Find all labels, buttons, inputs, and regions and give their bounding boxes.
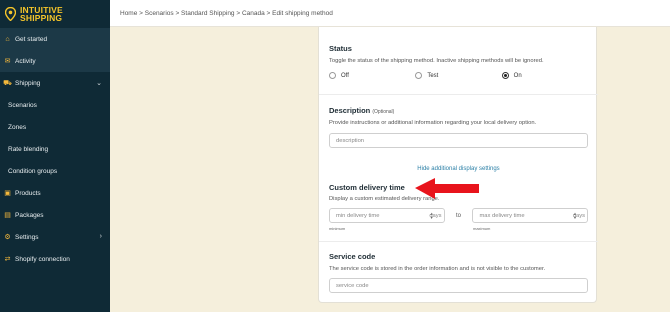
status-radio-group: Off Test On bbox=[329, 72, 588, 79]
radio-label-test: Test bbox=[427, 72, 439, 79]
top-bar: Home > Scenarios > Standard Shipping > C… bbox=[110, 0, 670, 27]
description-help: Provide instructions or additional infor… bbox=[329, 120, 537, 126]
sidebar-item-label: Rate blending bbox=[8, 145, 49, 153]
breadcrumb[interactable]: Home > Scenarios > Standard Shipping > C… bbox=[120, 10, 333, 17]
max-delivery-input[interactable]: max delivery time ▲ ▼ days bbox=[472, 208, 589, 223]
sidebar-item-shipping[interactable]: ⛟ Shipping ⌄ bbox=[0, 72, 110, 94]
hide-display-settings-link[interactable]: Hide additional display settings bbox=[329, 166, 588, 172]
divider bbox=[319, 241, 598, 242]
status-radio-on[interactable]: On bbox=[501, 72, 588, 79]
max-unit-label: days bbox=[572, 213, 586, 219]
sidebar-item-zones[interactable]: Zones bbox=[0, 116, 110, 138]
sidebar-item-rate-blending[interactable]: Rate blending bbox=[0, 138, 110, 160]
radio-label-on: On bbox=[513, 72, 522, 79]
sidebar-item-label: Shipping bbox=[15, 79, 41, 87]
min-unit-label: days bbox=[429, 213, 442, 219]
service-code-placeholder: service code bbox=[336, 282, 369, 289]
minimum-label: minimum bbox=[329, 226, 346, 231]
connection-icon: ⇄ bbox=[4, 256, 11, 263]
truck-icon: ⛟ bbox=[3, 79, 12, 87]
sidebar-item-label: Shopify connection bbox=[15, 255, 70, 263]
sidebar-item-scenarios[interactable]: Scenarios bbox=[0, 94, 110, 116]
service-code-help: The service code is stored in the order … bbox=[329, 266, 546, 272]
sidebar-nav: ⌂ Get started ✉ Activity ⛟ Shipping ⌄ Sc… bbox=[0, 28, 110, 270]
description-input[interactable]: description bbox=[329, 133, 588, 148]
brand-logo[interactable]: INTUITIVE SHIPPING bbox=[0, 0, 110, 28]
sidebar-item-label: Packages bbox=[15, 211, 44, 219]
maximum-label: maximum bbox=[473, 226, 491, 231]
sidebar: INTUITIVE SHIPPING ⌂ Get started ✉ Activ… bbox=[0, 0, 110, 312]
status-description: Toggle the status of the shipping method… bbox=[329, 58, 544, 64]
sidebar-item-activity[interactable]: ✉ Activity bbox=[0, 50, 110, 72]
description-placeholder: description bbox=[336, 137, 365, 144]
description-section: Description (Optional) Provide instructi… bbox=[319, 106, 598, 148]
range-to-label: to bbox=[456, 212, 462, 219]
radio-circle-off[interactable] bbox=[329, 72, 336, 79]
status-radio-off[interactable]: Off bbox=[329, 72, 415, 79]
sidebar-item-packages[interactable]: ▤ Packages bbox=[0, 204, 110, 226]
sidebar-item-label: Condition groups bbox=[8, 167, 58, 175]
sidebar-item-products[interactable]: ▣ Products bbox=[0, 182, 110, 204]
package-icon: ▤ bbox=[4, 212, 11, 219]
sidebar-item-label: Get started bbox=[15, 35, 48, 43]
radio-label-off: Off bbox=[341, 72, 349, 79]
location-pin-icon bbox=[5, 7, 16, 21]
home-icon: ⌂ bbox=[5, 35, 10, 43]
box-icon: ▣ bbox=[4, 190, 11, 197]
edit-shipping-method-card: Status Toggle the status of the shipping… bbox=[318, 27, 598, 303]
sidebar-item-label: Zones bbox=[8, 123, 27, 131]
service-code-section: Service code The service code is stored … bbox=[319, 252, 598, 293]
min-delivery-placeholder: min delivery time bbox=[336, 212, 380, 219]
optional-label: (Optional) bbox=[372, 109, 395, 115]
sidebar-item-label: Products bbox=[15, 189, 41, 197]
min-delivery-input[interactable]: min delivery time ▲ ▼ days bbox=[329, 208, 445, 223]
status-title: Status bbox=[329, 44, 352, 53]
divider bbox=[319, 94, 598, 95]
chevron-down-icon: ⌄ bbox=[96, 80, 102, 87]
sidebar-item-settings[interactable]: ⚙ Settings › bbox=[0, 226, 110, 248]
annotation-arrow-icon bbox=[415, 178, 479, 199]
service-code-title: Service code bbox=[329, 252, 376, 261]
status-radio-test[interactable]: Test bbox=[415, 72, 501, 79]
sidebar-item-label: Settings bbox=[15, 233, 39, 241]
sidebar-item-shopify-connection[interactable]: ⇄ Shopify connection bbox=[0, 248, 110, 270]
max-delivery-placeholder: max delivery time bbox=[479, 212, 525, 219]
sidebar-item-condition-groups[interactable]: Condition groups bbox=[0, 160, 110, 182]
radio-circle-on[interactable] bbox=[501, 72, 509, 79]
chevron-right-icon: › bbox=[99, 233, 102, 240]
service-code-input[interactable]: service code bbox=[329, 278, 588, 293]
delivery-range: min delivery time ▲ ▼ days to max deliver… bbox=[329, 208, 589, 223]
brand-line2: SHIPPING bbox=[20, 13, 63, 23]
sidebar-item-label: Scenarios bbox=[8, 101, 37, 109]
activity-icon: ✉ bbox=[4, 58, 11, 65]
sidebar-item-label: Activity bbox=[15, 57, 36, 65]
radio-circle-test[interactable] bbox=[415, 72, 423, 79]
description-title: Description bbox=[329, 106, 371, 115]
gear-icon: ⚙ bbox=[4, 234, 11, 241]
status-section: Status Toggle the status of the shipping… bbox=[319, 44, 598, 79]
sidebar-item-get-started[interactable]: ⌂ Get started bbox=[0, 28, 110, 50]
